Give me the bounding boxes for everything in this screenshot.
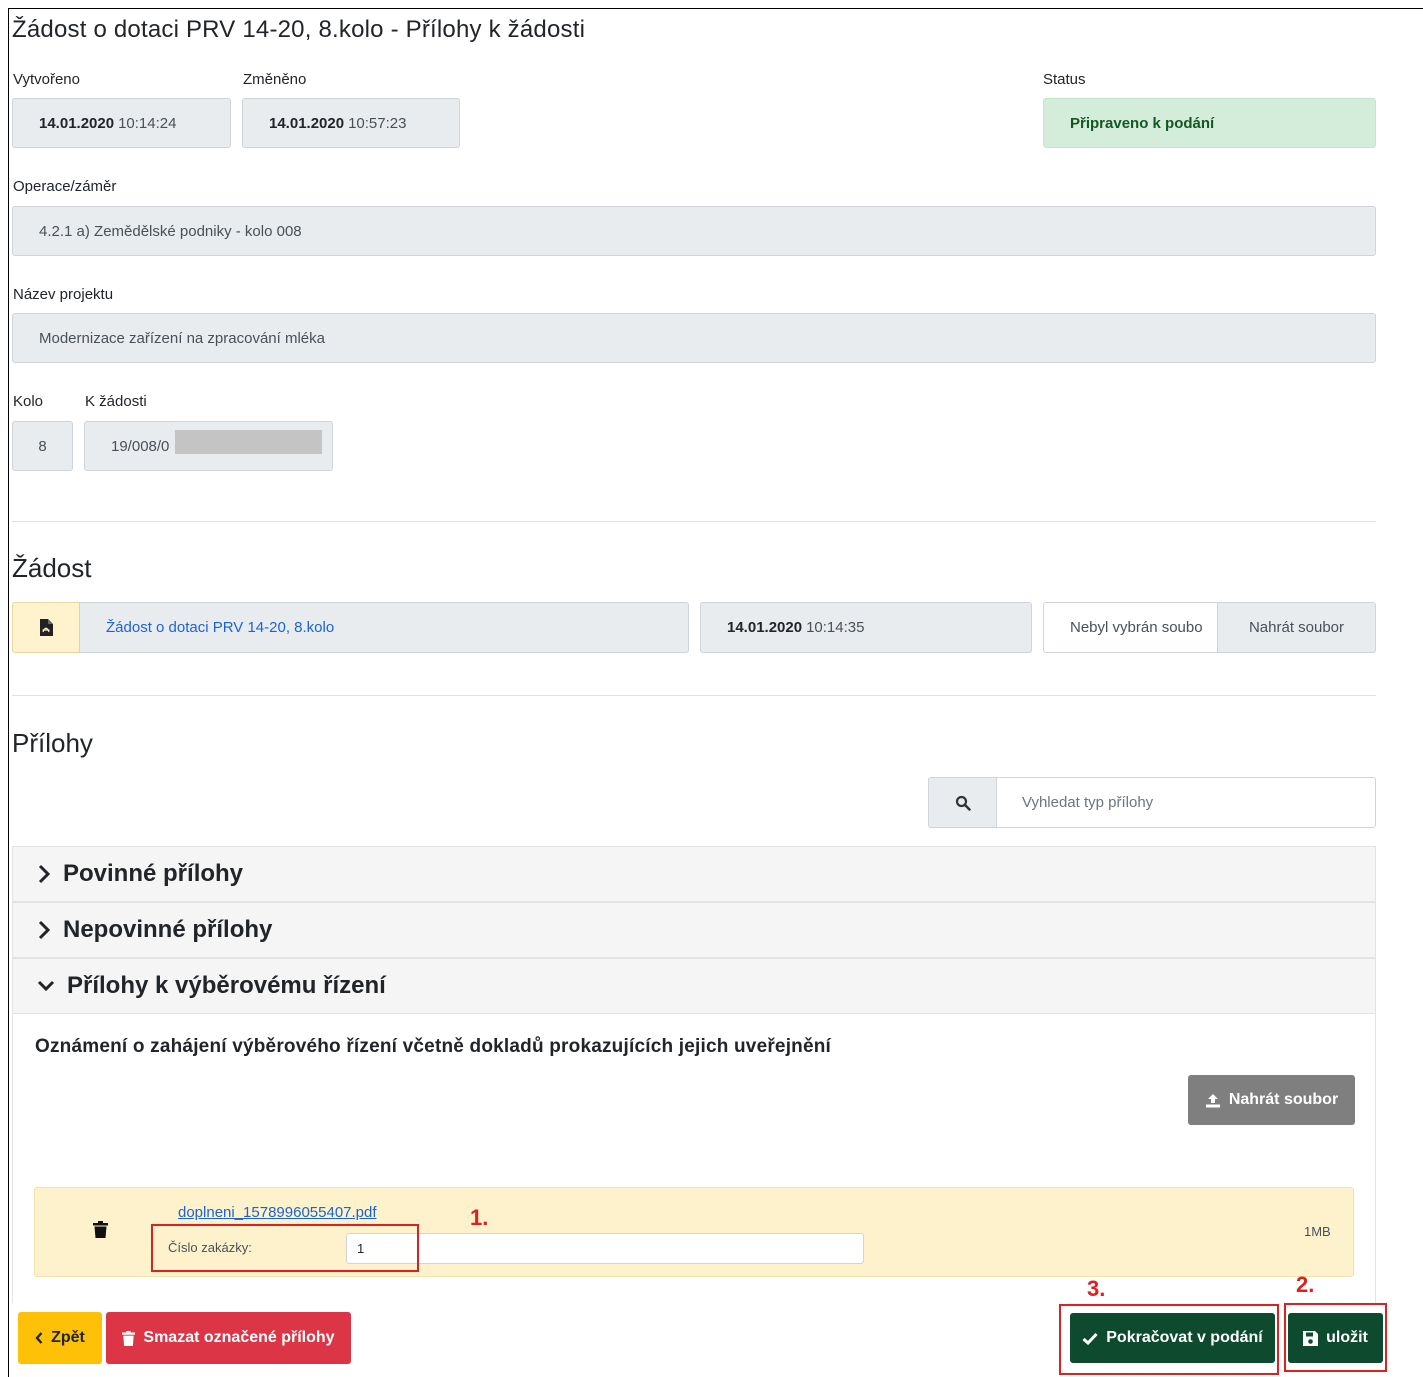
upload-icon	[1205, 1093, 1220, 1107]
continue-submission-button[interactable]: Pokračovat v podání	[1070, 1313, 1275, 1363]
upload-attachment-button[interactable]: Nahrát soubor	[1188, 1075, 1355, 1125]
continue-submission-label: Pokračovat v podání	[1106, 1329, 1263, 1346]
project-field: Modernizace zařízení na zpracování mléka	[12, 313, 1376, 363]
operation-field: 4.2.1 a) Zemědělské podniky - kolo 008	[12, 206, 1376, 256]
back-button[interactable]: Zpět	[18, 1312, 102, 1364]
changed-time: 10:57:23	[348, 114, 407, 132]
divider	[12, 695, 1376, 696]
search-input[interactable]: Vyhledat typ přílohy	[996, 777, 1376, 828]
accordion-optional-label: Nepovinné přílohy	[63, 916, 273, 943]
file-chooser-input[interactable]: Nebyl vybrán soubo	[1043, 602, 1218, 653]
created-date: 14.01.2020	[39, 114, 115, 132]
accordion-mandatory[interactable]: Povinné přílohy	[12, 846, 1376, 902]
divider	[12, 521, 1376, 522]
request-link-field: Žádost o dotaci PRV 14-20, 8.kolo	[79, 602, 689, 653]
request-heading: Žádost	[12, 553, 92, 583]
accordion-tender-label: Přílohy k výběrovému řízení	[67, 972, 386, 999]
accordion-tender[interactable]: Přílohy k výběrovému řízení	[12, 958, 1376, 1014]
attachment-file-link[interactable]: doplneni_1578996055407.pdf	[178, 1204, 377, 1221]
request-time: 10:14:35	[806, 619, 865, 636]
attachments-heading: Přílohy	[12, 728, 93, 758]
delete-selected-label: Smazat označené přílohy	[143, 1329, 335, 1346]
save-label: uložit	[1326, 1329, 1368, 1346]
chevron-left-icon	[35, 1332, 43, 1344]
trash-icon[interactable]	[93, 1221, 108, 1238]
changed-label: Změněno	[243, 71, 307, 88]
page-title: Žádost o dotaci PRV 14-20, 8.kolo - Příl…	[12, 16, 586, 43]
chevron-right-icon	[38, 920, 51, 940]
annotation-box-1	[151, 1224, 419, 1272]
request-date-field: 14.01.2020 10:14:35	[700, 602, 1032, 653]
created-label: Vytvořeno	[13, 71, 80, 88]
file-size: 1MB	[1304, 1224, 1331, 1239]
status-label: Status	[1043, 71, 1086, 88]
upload-attachment-label: Nahrát soubor	[1228, 1091, 1339, 1108]
created-time: 10:14:24	[118, 114, 177, 132]
save-icon	[1303, 1330, 1319, 1346]
annotation-label-1: 1.	[470, 1205, 489, 1230]
search-icon	[928, 777, 997, 828]
upload-request-button[interactable]: Nahrát soubor	[1217, 602, 1376, 653]
operation-label: Operace/záměr	[13, 178, 117, 195]
changed-field: 14.01.2020 10:57:23	[242, 98, 460, 148]
round-field: 8	[12, 421, 73, 471]
trash-icon	[122, 1330, 136, 1346]
check-icon	[1082, 1332, 1098, 1345]
redacted-block	[175, 430, 322, 454]
chevron-down-icon	[37, 980, 55, 992]
request-ref-label: K žádosti	[85, 393, 147, 410]
accordion-mandatory-label: Povinné přílohy	[63, 860, 244, 887]
request-file-link[interactable]: Žádost o dotaci PRV 14-20, 8.kolo	[106, 619, 334, 636]
round-label: Kolo	[13, 393, 44, 410]
changed-date: 14.01.2020	[269, 114, 345, 132]
request-date: 14.01.2020	[727, 619, 803, 636]
accordion-optional[interactable]: Nepovinné přílohy	[12, 902, 1376, 958]
chevron-right-icon	[38, 864, 51, 884]
annotation-label-3: 3.	[1087, 1276, 1106, 1301]
attachment-type-title: Oznámení o zahájení výběrového řízení vč…	[35, 1036, 832, 1057]
created-field: 14.01.2020 10:14:24	[12, 98, 231, 148]
order-number-input[interactable]: 1	[346, 1233, 864, 1264]
status-badge: Připraveno k podání	[1043, 98, 1376, 148]
project-label: Název projektu	[13, 286, 114, 303]
delete-selected-button[interactable]: Smazat označené přílohy	[106, 1312, 351, 1364]
save-button[interactable]: uložit	[1288, 1313, 1383, 1363]
annotation-label-2: 2.	[1296, 1272, 1315, 1297]
back-label: Zpět	[51, 1329, 85, 1346]
pdf-file-icon	[12, 602, 80, 653]
